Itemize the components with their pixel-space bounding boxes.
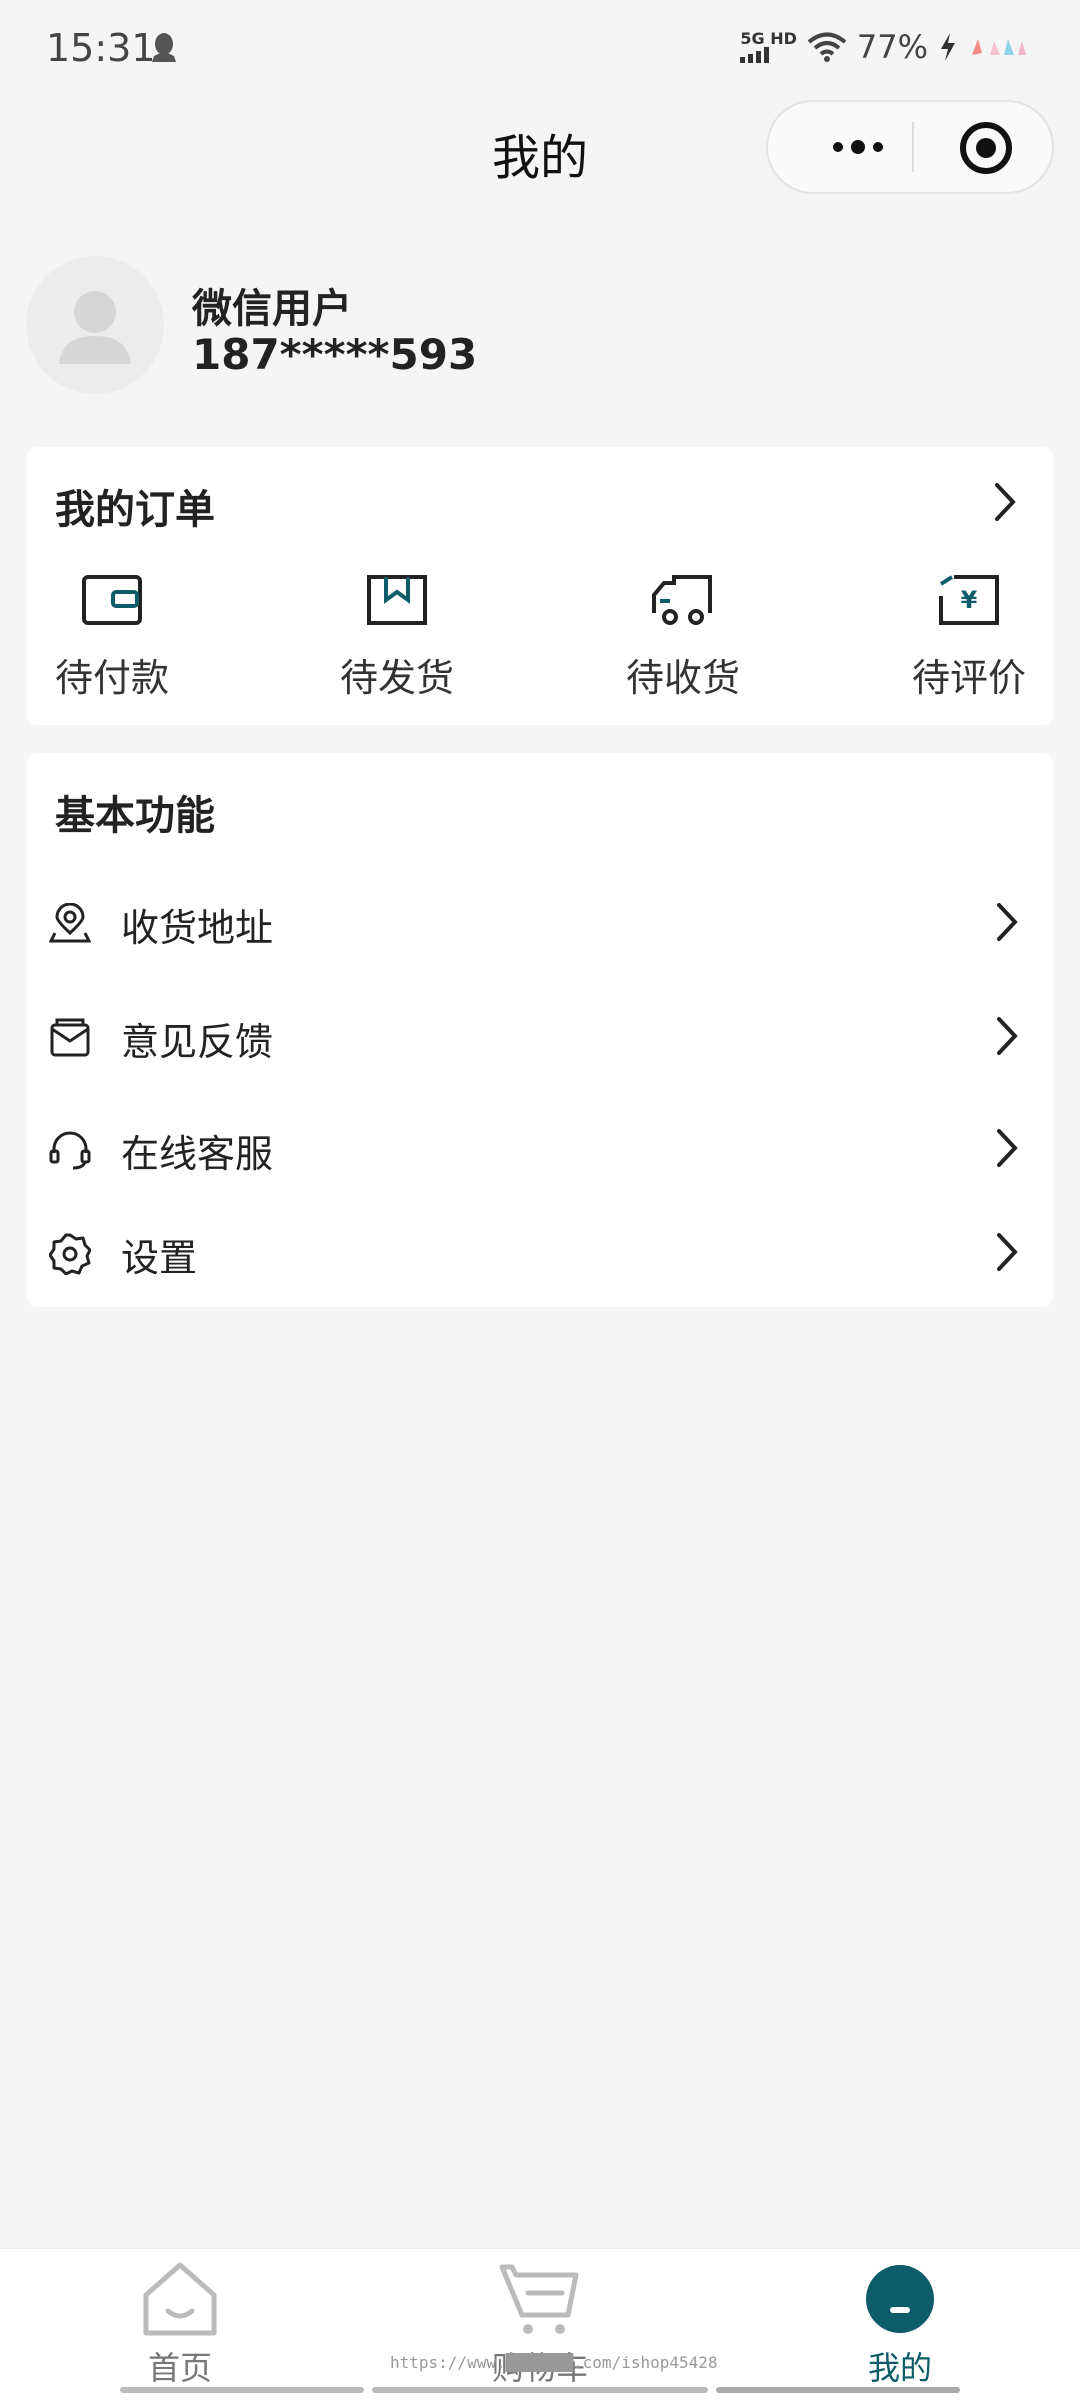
wifi-icon	[807, 32, 847, 62]
battery-percent: 77%	[856, 28, 928, 66]
gear-icon	[48, 1233, 92, 1279]
avatar[interactable]	[26, 256, 164, 394]
truck-icon	[603, 567, 763, 633]
menu-label: 在线客服	[121, 1132, 274, 1176]
order-label: 待付款	[54, 656, 169, 700]
basic-title: 基本功能	[55, 793, 215, 839]
order-pending-payment[interactable]: 待付款	[32, 567, 192, 702]
tab-label: 我的	[867, 2349, 932, 2387]
chevron-right-icon	[997, 1017, 1018, 1055]
menu-label: 收货地址	[121, 906, 274, 950]
basic-functions-card: 基本功能 收货地址 意见反馈 在线客服 设置	[27, 753, 1053, 1307]
more-button[interactable]	[808, 102, 908, 192]
cart-icon	[499, 2264, 579, 2334]
user-name: 微信用户	[192, 286, 352, 332]
chevron-right-icon	[997, 1233, 1018, 1271]
tab-label: 首页	[147, 2349, 212, 2387]
status-bar: 15:31 5G HD 77%	[0, 0, 1080, 100]
tab-home[interactable]: 首页	[80, 2261, 280, 2389]
review-yen-icon: ¥	[889, 567, 1049, 633]
qq-notification-icon	[150, 30, 178, 70]
chevron-right-icon	[997, 903, 1018, 941]
tab-indicator	[120, 2387, 364, 2393]
tab-indicator	[716, 2387, 960, 2393]
watermark: https://www.███████.com/ishop45428	[390, 2353, 718, 2372]
chevron-right-icon	[997, 1129, 1018, 1167]
menu-label: 设置	[121, 1236, 198, 1280]
order-label: 待评价	[911, 656, 1026, 700]
app-notification-icons	[972, 39, 1026, 55]
wallet-icon	[32, 567, 192, 633]
default-avatar-icon	[59, 291, 131, 364]
orders-card: 我的订单 待付款 待发货 待收货 ¥ 待评价	[27, 447, 1053, 725]
more-dots-icon	[833, 140, 883, 154]
menu-label: 意见反馈	[121, 1020, 274, 1064]
chevron-right-icon[interactable]	[993, 481, 1017, 523]
orders-title[interactable]: 我的订单	[55, 477, 215, 535]
tab-bar: 首页 购物车 我的 https://www.███████.com/ishop4…	[0, 2248, 1080, 2401]
box-icon	[317, 567, 477, 633]
feedback-icon	[49, 1017, 91, 1063]
menu-item-address[interactable]: 收货地址	[27, 873, 1053, 973]
headset-icon	[49, 1129, 91, 1175]
order-pending-shipment[interactable]: 待发货	[317, 567, 477, 702]
status-indicators: 5G HD 77%	[740, 28, 1032, 66]
signal-icon	[740, 47, 770, 63]
charging-icon	[941, 33, 955, 61]
order-pending-receipt[interactable]: 待收货	[603, 567, 763, 702]
menu-item-customer-service[interactable]: 在线客服	[27, 1099, 1053, 1199]
network-label: 5G HD	[740, 31, 797, 63]
order-pending-review[interactable]: ¥ 待评价	[889, 567, 1049, 702]
mini-program-capsule	[766, 100, 1054, 194]
target-circle-icon	[960, 122, 1012, 174]
close-mini-program-button[interactable]	[958, 120, 1014, 180]
home-icon	[143, 2262, 217, 2336]
order-label: 待发货	[339, 656, 454, 700]
tab-profile[interactable]: 我的	[800, 2261, 1000, 2389]
order-label: 待收货	[625, 656, 740, 700]
menu-item-settings[interactable]: 设置	[27, 1203, 1053, 1303]
tab-indicator	[372, 2387, 708, 2393]
location-icon	[48, 902, 92, 949]
capsule-divider	[912, 122, 914, 172]
svg-text:¥: ¥	[961, 586, 978, 614]
menu-item-feedback[interactable]: 意见反馈	[27, 987, 1053, 1087]
profile-icon	[866, 2265, 934, 2333]
user-phone: 187*****593	[192, 330, 478, 379]
status-time: 15:31	[46, 26, 156, 70]
